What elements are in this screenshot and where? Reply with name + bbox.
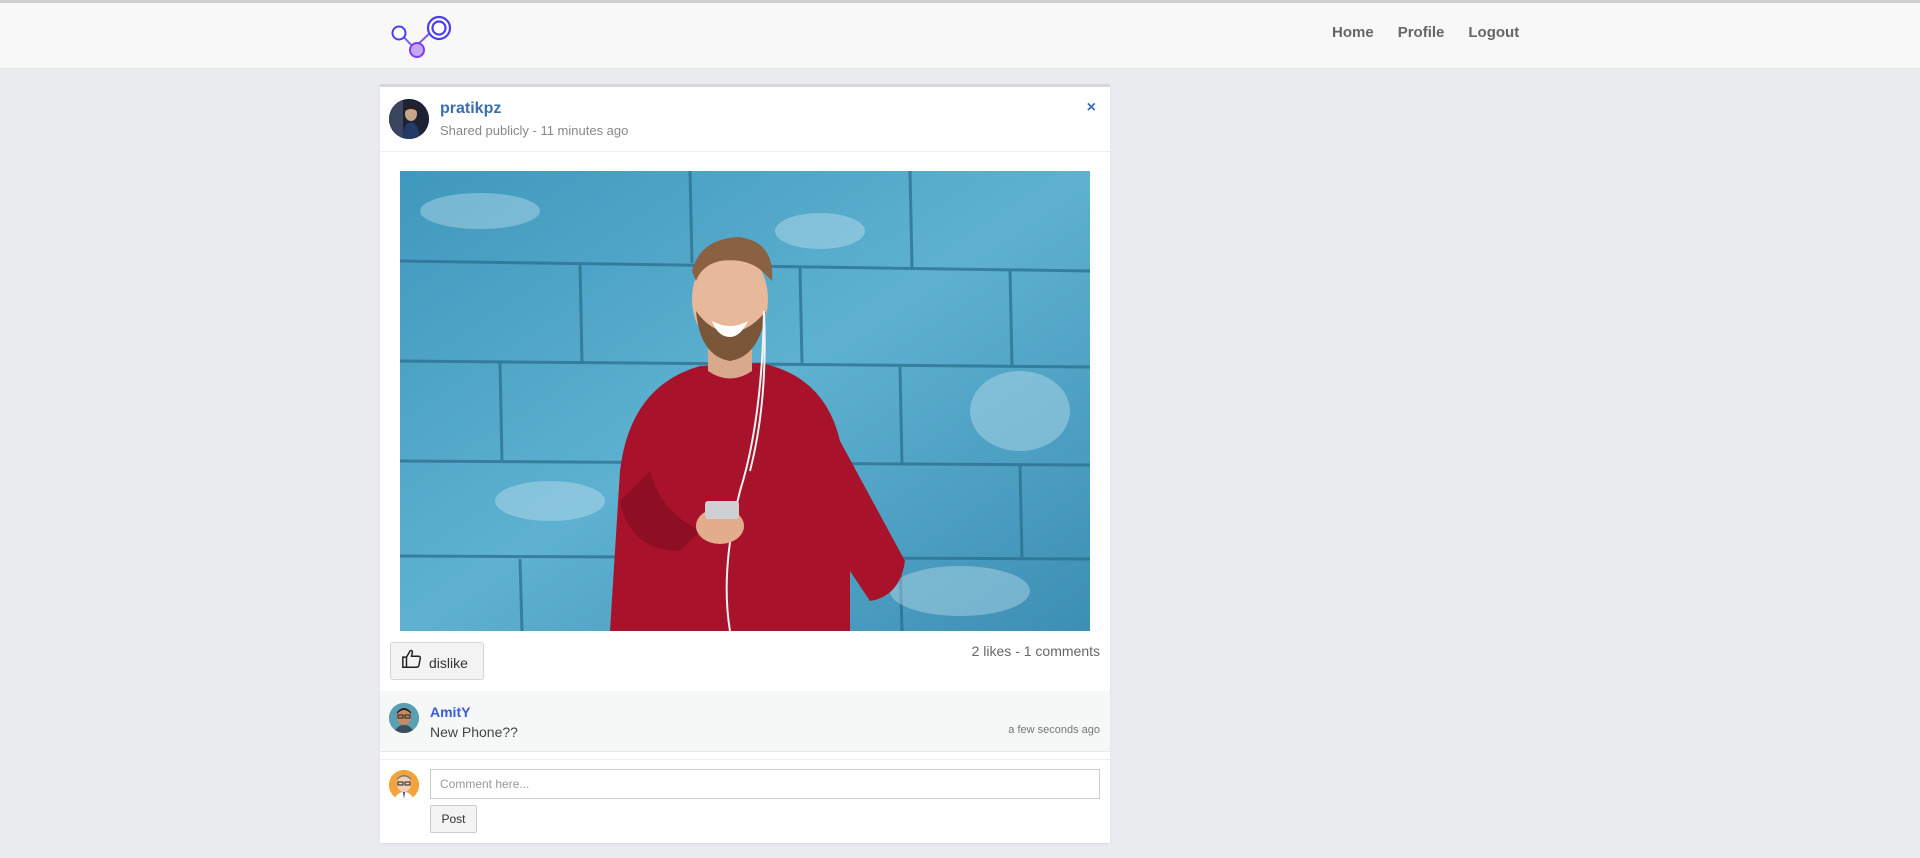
post-card: pratikpz Shared publicly - 11 minutes ag… — [380, 84, 1110, 843]
post-author-name[interactable]: pratikpz — [440, 100, 501, 118]
post-image[interactable] — [400, 171, 1090, 631]
comment-author[interactable]: AmitY — [430, 704, 470, 720]
author-avatar[interactable] — [389, 99, 429, 139]
nav-logout-link[interactable]: Logout — [1456, 21, 1531, 44]
logo-icon[interactable] — [389, 12, 453, 62]
post-meta: Shared publicly - 11 minutes ago — [440, 123, 629, 138]
nav-profile-link[interactable]: Profile — [1386, 21, 1457, 44]
comment-list: AmitY New Phone?? a few seconds ago — [380, 691, 1110, 752]
close-icon[interactable]: × — [1087, 99, 1096, 117]
current-user-avatar — [389, 770, 419, 800]
comment-composer: Post — [380, 759, 1110, 844]
comment-input[interactable] — [430, 769, 1100, 799]
comment-text: New Phone?? — [430, 724, 518, 740]
like-button-label: dislike — [429, 655, 468, 671]
comment-time: a few seconds ago — [1008, 724, 1100, 736]
post-header: pratikpz Shared publicly - 11 minutes ag… — [380, 87, 1110, 152]
commenter-avatar[interactable] — [389, 703, 419, 733]
post-stats: 2 likes - 1 comments — [971, 643, 1100, 659]
thumbs-up-icon — [401, 648, 423, 675]
nav-links: Home Profile Logout — [1320, 21, 1531, 44]
like-button[interactable]: dislike — [390, 642, 484, 680]
navbar: Home Profile Logout — [0, 3, 1920, 69]
post-comment-button[interactable]: Post — [430, 805, 477, 833]
nav-home-link[interactable]: Home — [1320, 21, 1386, 44]
